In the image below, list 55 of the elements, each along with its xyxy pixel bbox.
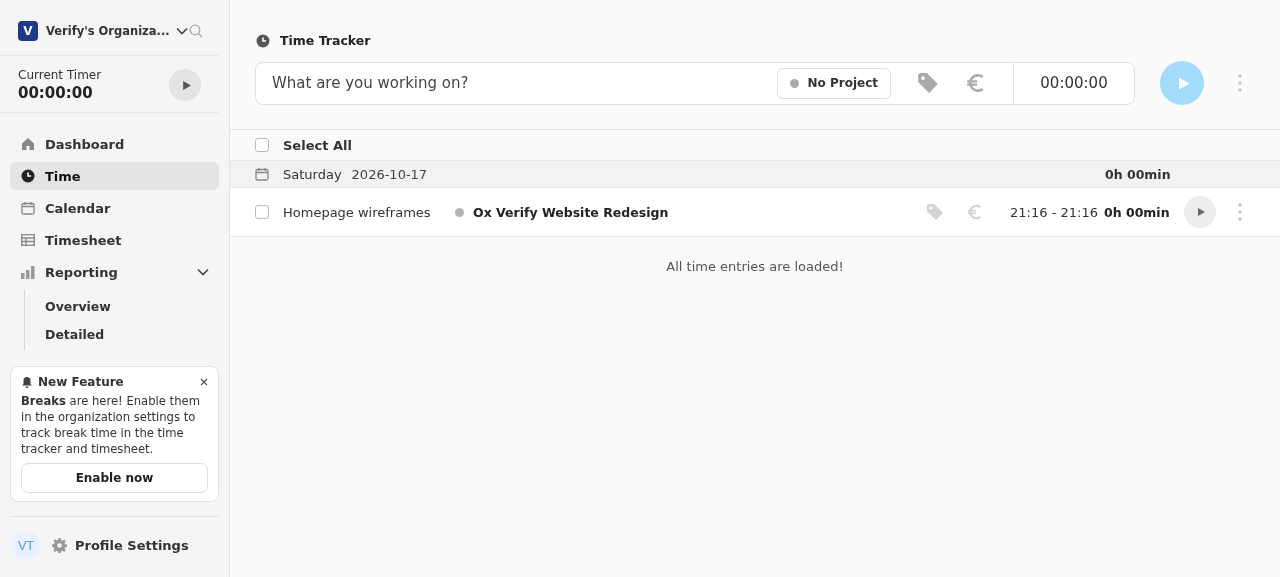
organization-avatar: V — [18, 21, 38, 41]
play-icon — [1176, 75, 1191, 91]
more-options-icon[interactable] — [1238, 74, 1242, 92]
euro-icon[interactable] — [966, 203, 984, 221]
play-button[interactable] — [1184, 196, 1216, 228]
day-name: Saturday — [283, 166, 342, 182]
entry-duration: 0h 00min — [1104, 204, 1171, 220]
profile-settings-link[interactable]: Profile Settings — [52, 537, 189, 553]
day-total: 0h 00min — [1105, 166, 1172, 182]
gear-icon — [52, 537, 67, 553]
entry-project[interactable]: Ox Verify Website Redesign — [473, 204, 669, 220]
chevron-down-icon — [175, 27, 188, 35]
close-icon — [200, 378, 208, 386]
current-timer-value: 00:00:00 — [18, 84, 94, 102]
clock-icon — [256, 33, 270, 48]
duration-field[interactable]: 00:00:00 — [1013, 62, 1134, 104]
play-button[interactable] — [169, 69, 201, 101]
checkbox[interactable] — [255, 205, 269, 219]
checkbox[interactable] — [255, 138, 269, 152]
more-options-icon[interactable] — [1238, 203, 1242, 221]
calendar-icon — [255, 167, 269, 181]
select-all-label[interactable]: Select All — [283, 137, 352, 153]
table-icon — [21, 234, 35, 246]
notice-title: New Feature — [38, 375, 125, 389]
nav-item[interactable]: Reporting — [10, 258, 219, 286]
nav-item[interactable]: Timesheet — [10, 226, 219, 254]
tag-icon[interactable] — [926, 203, 944, 221]
entry-description[interactable]: Homepage wireframes — [283, 204, 455, 220]
project-selector[interactable]: No Project — [777, 67, 891, 99]
page-title: Time Tracker — [280, 33, 371, 48]
play-icon — [180, 79, 192, 91]
status-message: All time entries are loaded! — [666, 259, 844, 274]
description-field[interactable]: What are you working on? — [256, 74, 778, 92]
nav-item[interactable]: Calendar — [10, 194, 219, 222]
nav-subitem[interactable]: Detailed — [25, 320, 219, 348]
home-icon — [21, 137, 35, 151]
organization-switcher[interactable]: Verify's Organiza... — [38, 24, 188, 38]
nav-item[interactable]: Dashboard — [10, 130, 219, 158]
bell-icon — [21, 376, 33, 388]
start-timer-button[interactable] — [1160, 61, 1204, 105]
current-timer-label: Current Timer — [18, 68, 102, 82]
close-button[interactable] — [200, 378, 208, 386]
bar-chart-icon — [21, 265, 35, 279]
clock-icon — [21, 169, 35, 183]
calendar-icon — [21, 201, 35, 215]
play-icon — [1196, 207, 1206, 217]
search-icon[interactable] — [189, 24, 203, 38]
chevron-down-icon[interactable] — [197, 268, 209, 276]
enable-now-button[interactable]: Enable now — [21, 463, 208, 493]
nav-item[interactable]: Time — [10, 162, 219, 190]
entry-time-range[interactable]: 21:16 - 21:16 — [1004, 204, 1104, 220]
day-date: 2026-10-17 — [351, 166, 428, 182]
notice-text: Breaks are here! Enable them in the organization settings to track break time in the time tracker and timesheet. — [21, 393, 201, 457]
tag-icon[interactable] — [917, 72, 939, 94]
nav-subitem[interactable]: Overview — [25, 292, 219, 320]
